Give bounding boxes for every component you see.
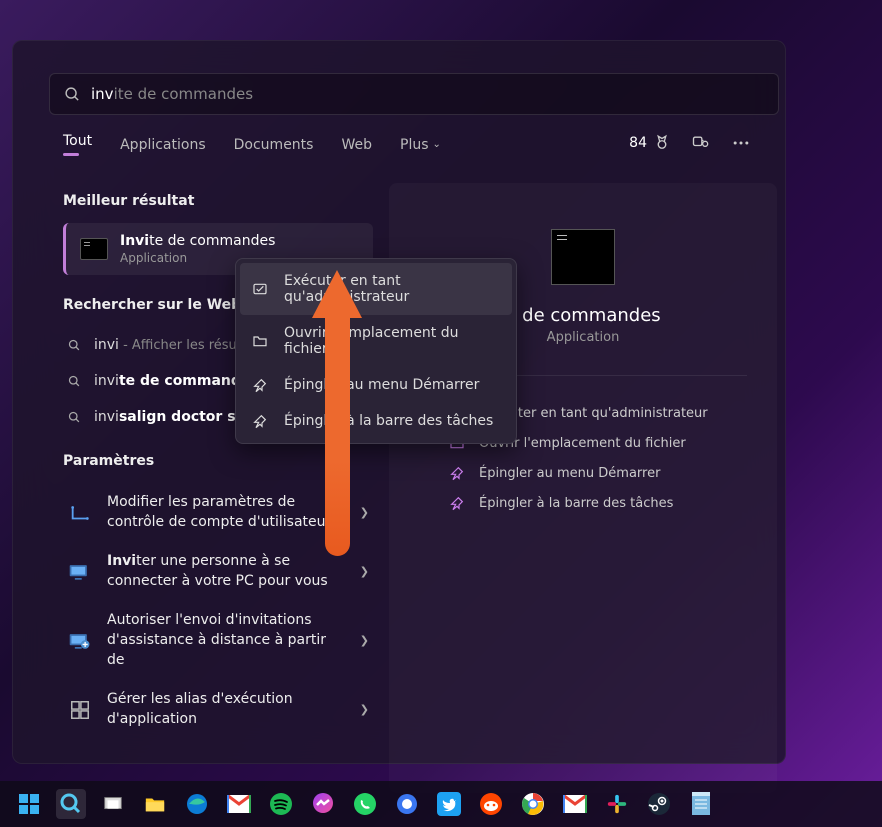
- search-icon: [67, 374, 82, 389]
- pin-icon: [449, 495, 465, 511]
- messenger-icon[interactable]: [308, 789, 338, 819]
- tab-web[interactable]: Web: [341, 137, 372, 159]
- chevron-down-icon: ⌄: [433, 139, 441, 150]
- more-options-icon[interactable]: [731, 133, 751, 153]
- whatsapp-icon[interactable]: [350, 789, 380, 819]
- action-label: Épingler au menu Démarrer: [479, 466, 660, 481]
- chrome-icon[interactable]: [518, 789, 548, 819]
- ctx-label: Épingler à la barre des tâches: [284, 413, 493, 429]
- ctx-pin-start[interactable]: Épingler au menu Démarrer: [240, 367, 512, 403]
- section-best-match: Meilleur résultat: [63, 193, 373, 209]
- search-icon: [67, 410, 82, 425]
- settings-result-item[interactable]: Autoriser l'envoi d'invitations d'assist…: [63, 601, 373, 680]
- context-menu: Exécuter en tant qu'administrateur Ouvri…: [235, 258, 517, 444]
- start-button[interactable]: [14, 789, 44, 819]
- settings-result-text: Autoriser l'envoi d'invitations d'assist…: [107, 611, 346, 670]
- action-pin-taskbar[interactable]: Épingler à la barre des tâches: [419, 488, 747, 518]
- search-box[interactable]: invite de commandes: [49, 73, 779, 115]
- settings-result-text: Gérer les alias d'exécution d'applicatio…: [107, 690, 346, 729]
- ctx-pin-taskbar[interactable]: Épingler à la barre des tâches: [240, 403, 512, 439]
- search-icon: [67, 338, 82, 353]
- settings-result-item[interactable]: Modifier les paramètres de contrôle de c…: [63, 483, 373, 542]
- admin-shield-icon: [252, 281, 268, 297]
- search-tabs: Tout Applications Documents Web Plus ⌄: [63, 133, 441, 162]
- taskbar: [0, 781, 882, 827]
- tab-all[interactable]: Tout: [63, 133, 92, 162]
- file-explorer-icon[interactable]: [140, 789, 170, 819]
- notepad-icon[interactable]: [686, 789, 716, 819]
- pin-icon: [252, 413, 268, 429]
- chevron-right-icon: ❯: [360, 565, 369, 578]
- alias-icon: [67, 697, 93, 723]
- gmail-icon[interactable]: [560, 789, 590, 819]
- reddit-icon[interactable]: [476, 789, 506, 819]
- chevron-right-icon: ❯: [360, 506, 369, 519]
- tab-more[interactable]: Plus ⌄: [400, 137, 441, 159]
- search-input[interactable]: invite de commandes: [91, 85, 764, 103]
- task-view-button[interactable]: [98, 789, 128, 819]
- chevron-right-icon: ❯: [360, 703, 369, 716]
- ctx-run-as-admin[interactable]: Exécuter en tant qu'administrateur: [240, 263, 512, 315]
- chevron-right-icon: ❯: [360, 634, 369, 647]
- ctx-label: Épingler au menu Démarrer: [284, 377, 479, 393]
- section-settings: Paramètres: [63, 453, 373, 469]
- tab-documents[interactable]: Documents: [234, 137, 314, 159]
- twitter-icon[interactable]: [434, 789, 464, 819]
- search-settings-icon[interactable]: [691, 133, 711, 153]
- settings-result-text: Inviter une personne à se connecter à vo…: [107, 552, 346, 591]
- rewards-points[interactable]: 84: [629, 134, 671, 152]
- cmd-prompt-icon: [80, 238, 108, 260]
- settings-result-item[interactable]: Inviter une personne à se connecter à vo…: [63, 542, 373, 601]
- settings-result-item[interactable]: Gérer les alias d'exécution d'applicatio…: [63, 680, 373, 739]
- cmd-prompt-preview-icon: [551, 229, 615, 285]
- spotify-icon[interactable]: [266, 789, 296, 819]
- gmail-icon[interactable]: [224, 789, 254, 819]
- folder-icon: [252, 333, 268, 349]
- ctx-open-file-location[interactable]: Ouvrir l'emplacement du fichier: [240, 315, 512, 367]
- invite-pc-icon: [67, 559, 93, 585]
- tab-applications[interactable]: Applications: [120, 137, 206, 159]
- action-label: Épingler à la barre des tâches: [479, 496, 673, 511]
- signal-icon[interactable]: [392, 789, 422, 819]
- steam-icon[interactable]: [644, 789, 674, 819]
- ctx-label: Exécuter en tant qu'administrateur: [284, 273, 500, 305]
- search-button[interactable]: [56, 789, 86, 819]
- uac-icon: [67, 500, 93, 526]
- remote-assist-icon: [67, 628, 93, 654]
- action-pin-start[interactable]: Épingler au menu Démarrer: [419, 458, 747, 488]
- settings-result-text: Modifier les paramètres de contrôle de c…: [107, 493, 346, 532]
- pin-icon: [449, 465, 465, 481]
- search-icon: [64, 86, 81, 103]
- edge-icon[interactable]: [182, 789, 212, 819]
- ctx-label: Ouvrir l'emplacement du fichier: [284, 325, 500, 357]
- pin-icon: [252, 377, 268, 393]
- rewards-medal-icon: [653, 134, 671, 152]
- best-match-title: Invite de commandes: [120, 233, 275, 249]
- header-right: 84: [629, 133, 751, 153]
- slack-icon[interactable]: [602, 789, 632, 819]
